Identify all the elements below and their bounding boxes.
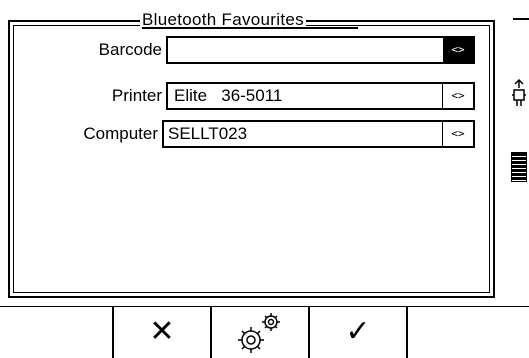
barcode-field[interactable]: <>: [166, 36, 475, 64]
settings-button[interactable]: [210, 306, 310, 358]
printer-value: Elite 36-5011: [174, 86, 283, 105]
cancel-button[interactable]: ✕: [112, 306, 212, 358]
printer-row: Printer: [0, 82, 162, 110]
dialog-inner-border: [13, 25, 490, 293]
printer-label: Printer: [111, 86, 162, 105]
usb-plug-icon: [512, 78, 526, 106]
check-icon: ✓: [345, 315, 371, 348]
computer-value: SELLT023: [168, 124, 248, 143]
barcode-select-button[interactable]: <>: [443, 38, 473, 62]
gears-icon: [238, 313, 280, 353]
computer-field[interactable]: SELLT023 <>: [162, 120, 475, 148]
computer-select-button[interactable]: <>: [442, 122, 473, 146]
confirm-button[interactable]: ✓: [308, 306, 408, 358]
barcode-row: Barcode: [0, 36, 162, 64]
title-underline: [142, 27, 358, 29]
printer-select-button[interactable]: <>: [442, 84, 473, 108]
barcode-label: Barcode: [98, 40, 162, 59]
computer-row: Computer: [0, 120, 158, 148]
battery-icon: [511, 152, 527, 182]
computer-label: Computer: [83, 124, 158, 143]
status-divider: [513, 18, 529, 20]
printer-field[interactable]: Elite 36-5011 <>: [166, 82, 475, 110]
close-icon: ✕: [149, 315, 175, 348]
